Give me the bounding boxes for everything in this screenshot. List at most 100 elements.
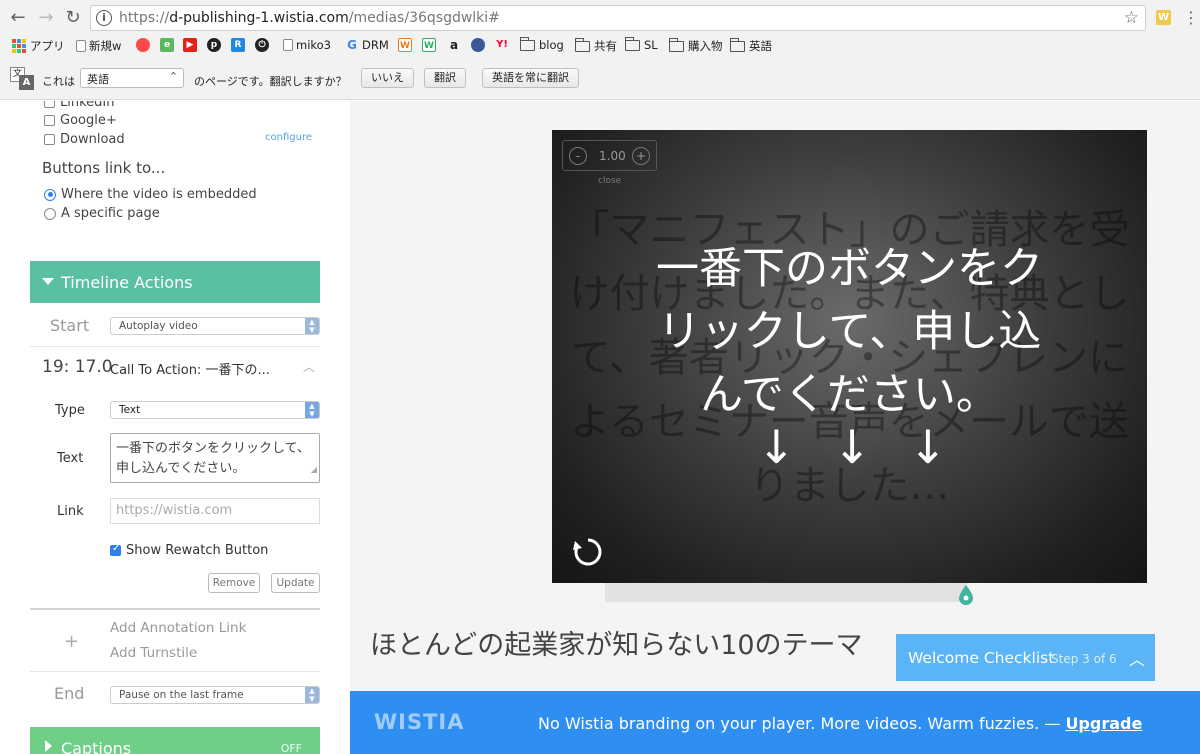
cta-link-input[interactable]: https://wistia.com: [110, 498, 320, 524]
back-arrow-icon[interactable]: ←: [8, 8, 28, 28]
bookmark-folder-blog[interactable]: blog: [519, 36, 564, 52]
end-action-select[interactable]: Pause on the last frame ▲ ▼: [110, 686, 320, 704]
bookmark-youtube[interactable]: ▶: [183, 38, 200, 52]
chevron-up-icon[interactable]: ︿: [303, 358, 315, 375]
plus-icon[interactable]: +: [64, 631, 79, 652]
remove-button[interactable]: Remove: [208, 573, 260, 593]
social-googleplus[interactable]: Google+: [44, 113, 117, 128]
radio-label: Where the video is embedded: [61, 187, 257, 202]
link-option-embedded[interactable]: Where the video is embedded: [44, 187, 257, 202]
divider: [30, 346, 320, 347]
caret-down-icon: [42, 278, 54, 285]
folder-icon: [519, 36, 535, 51]
checkbox[interactable]: [44, 134, 55, 145]
welcome-checklist[interactable]: Welcome Checklist Step 3 of 6 ︿: [896, 634, 1155, 681]
down-arrows: ↓ ↓ ↓: [757, 420, 947, 474]
address-bar[interactable]: i https://d-publishing-1.wistia.com/medi…: [90, 5, 1146, 31]
bookmark-pocket[interactable]: R: [231, 38, 248, 52]
bookmark-apps[interactable]: アプリ: [12, 38, 65, 54]
add-annotation-link[interactable]: Add Annotation Link: [110, 620, 246, 636]
checklist-step: Step 3 of 6: [1051, 652, 1117, 666]
language-value: 英語: [87, 73, 109, 86]
cta-line: んでください。: [700, 370, 999, 420]
radio-button[interactable]: [44, 188, 56, 201]
yahoo-icon: Y!: [496, 39, 508, 50]
page-icon: [283, 39, 293, 51]
bookmark-label: 英語: [749, 39, 772, 53]
bookmark-folder-english[interactable]: 英語: [729, 37, 772, 54]
url-text[interactable]: https://d-publishing-1.wistia.com/medias…: [119, 10, 500, 26]
cta-title[interactable]: Call To Action: 一番下の...: [110, 359, 270, 378]
extension-w-icon[interactable]: W: [1156, 10, 1171, 25]
chevron-up-icon[interactable]: ︿: [1129, 646, 1145, 670]
type-select[interactable]: Text ▲ ▼: [110, 401, 320, 419]
bookmark-drm[interactable]: G DRM: [345, 38, 389, 52]
bookmark-label: 新規w: [89, 39, 122, 53]
select-value: Autoplay video: [119, 320, 198, 332]
bookmark-amazon[interactable]: a: [447, 38, 464, 52]
minus-icon[interactable]: -: [569, 147, 587, 165]
bookmark-folder-purchases[interactable]: 購入物: [668, 37, 723, 54]
translate-bar: 文A これは 英語 ⌃ のページです。翻訳しますか？ いいえ 翻訳 英語を常に翻…: [0, 57, 1200, 100]
bookmark-miko3[interactable]: miko3: [283, 38, 331, 52]
cta-text-area[interactable]: 一番下のボタンをクリックして、申し込んでください。 ◢: [110, 433, 320, 483]
reload-icon[interactable]: ↻: [63, 8, 83, 28]
info-icon[interactable]: i: [96, 10, 112, 26]
link-label: Link: [57, 504, 84, 519]
timeline-scrubber[interactable]: [605, 583, 967, 602]
checkbox[interactable]: [110, 543, 121, 556]
select-value: Text: [119, 404, 141, 416]
cta-timestamp[interactable]: 19: 17.0: [42, 357, 113, 377]
bookmark-evernote[interactable]: e: [160, 38, 177, 52]
video-title[interactable]: ほとんどの起業家が知らない10のテーマ: [370, 623, 863, 662]
textarea-value: 一番下のボタンをクリックして、申し込んでください。: [116, 441, 310, 476]
language-select[interactable]: 英語 ⌃: [80, 68, 184, 88]
bookmark-star-icon[interactable]: ☆: [1124, 8, 1139, 28]
video-player[interactable]: - 1.00 + close 「マニフェスト」のご請求を受け付けました。また、特…: [552, 130, 1147, 583]
playback-speed-control: - 1.00 +: [562, 140, 657, 171]
checkbox[interactable]: [44, 115, 55, 126]
configure-link[interactable]: configure: [265, 132, 312, 143]
bookmark-label: 共有: [594, 39, 617, 53]
radio-button[interactable]: [44, 207, 56, 220]
show-rewatch-toggle[interactable]: Show Rewatch Button: [110, 543, 268, 558]
bookmark-w-orange[interactable]: W: [398, 38, 415, 52]
type-label: Type: [55, 403, 85, 418]
pocket-icon: R: [231, 38, 245, 52]
select-value: Pause on the last frame: [119, 689, 244, 701]
bookmark-folder-shared[interactable]: 共有: [574, 37, 617, 54]
browser-menu-icon[interactable]: ⋮: [1183, 8, 1199, 27]
browser-toolbar: ← → ↻ i https://d-publishing-1.wistia.co…: [0, 0, 1200, 35]
no-button[interactable]: いいえ: [361, 68, 414, 88]
link-option-specific-page[interactable]: A specific page: [44, 206, 160, 221]
timeline-marker-icon[interactable]: [958, 583, 974, 607]
replay-icon[interactable]: [570, 534, 606, 570]
plus-icon[interactable]: +: [632, 147, 650, 165]
start-action-select[interactable]: Autoplay video ▲ ▼: [110, 317, 320, 335]
social-download[interactable]: Download: [44, 132, 125, 147]
always-translate-button[interactable]: 英語を常に翻訳: [482, 68, 579, 88]
cta-line: 一番下のボタンをク: [656, 244, 1043, 294]
translate-button[interactable]: 翻訳: [424, 68, 466, 88]
captions-header[interactable]: Captions OFF: [30, 727, 320, 754]
upgrade-link[interactable]: Upgrade: [1065, 714, 1142, 733]
bookmark-pinterest[interactable]: p: [207, 38, 224, 52]
forward-arrow-icon[interactable]: →: [36, 8, 56, 28]
checkbox-label: Show Rewatch Button: [126, 543, 269, 558]
update-button[interactable]: Update: [271, 573, 320, 593]
checkbox[interactable]: [44, 101, 55, 108]
bookmark-bubble[interactable]: [136, 38, 153, 52]
bookmark-yahoo[interactable]: Y!: [495, 38, 512, 52]
bookmark-new[interactable]: 新規w: [76, 38, 121, 54]
bookmark-bird[interactable]: [471, 38, 488, 52]
timeline-actions-header[interactable]: Timeline Actions: [30, 261, 320, 303]
resize-grip-icon[interactable]: ◢: [311, 460, 317, 480]
social-linkedin[interactable]: LinkedIn: [44, 101, 114, 110]
speed-close-link[interactable]: close: [598, 176, 621, 186]
bookmark-w-green[interactable]: W: [422, 38, 439, 52]
url-host: d-publishing-1.wistia.com: [169, 10, 349, 26]
add-turnstile-link[interactable]: Add Turnstile: [110, 645, 197, 661]
checkbox-label: LinkedIn: [60, 101, 115, 110]
bookmark-power[interactable]: ⏻: [255, 38, 272, 52]
bookmark-folder-sl[interactable]: SL: [624, 36, 658, 52]
